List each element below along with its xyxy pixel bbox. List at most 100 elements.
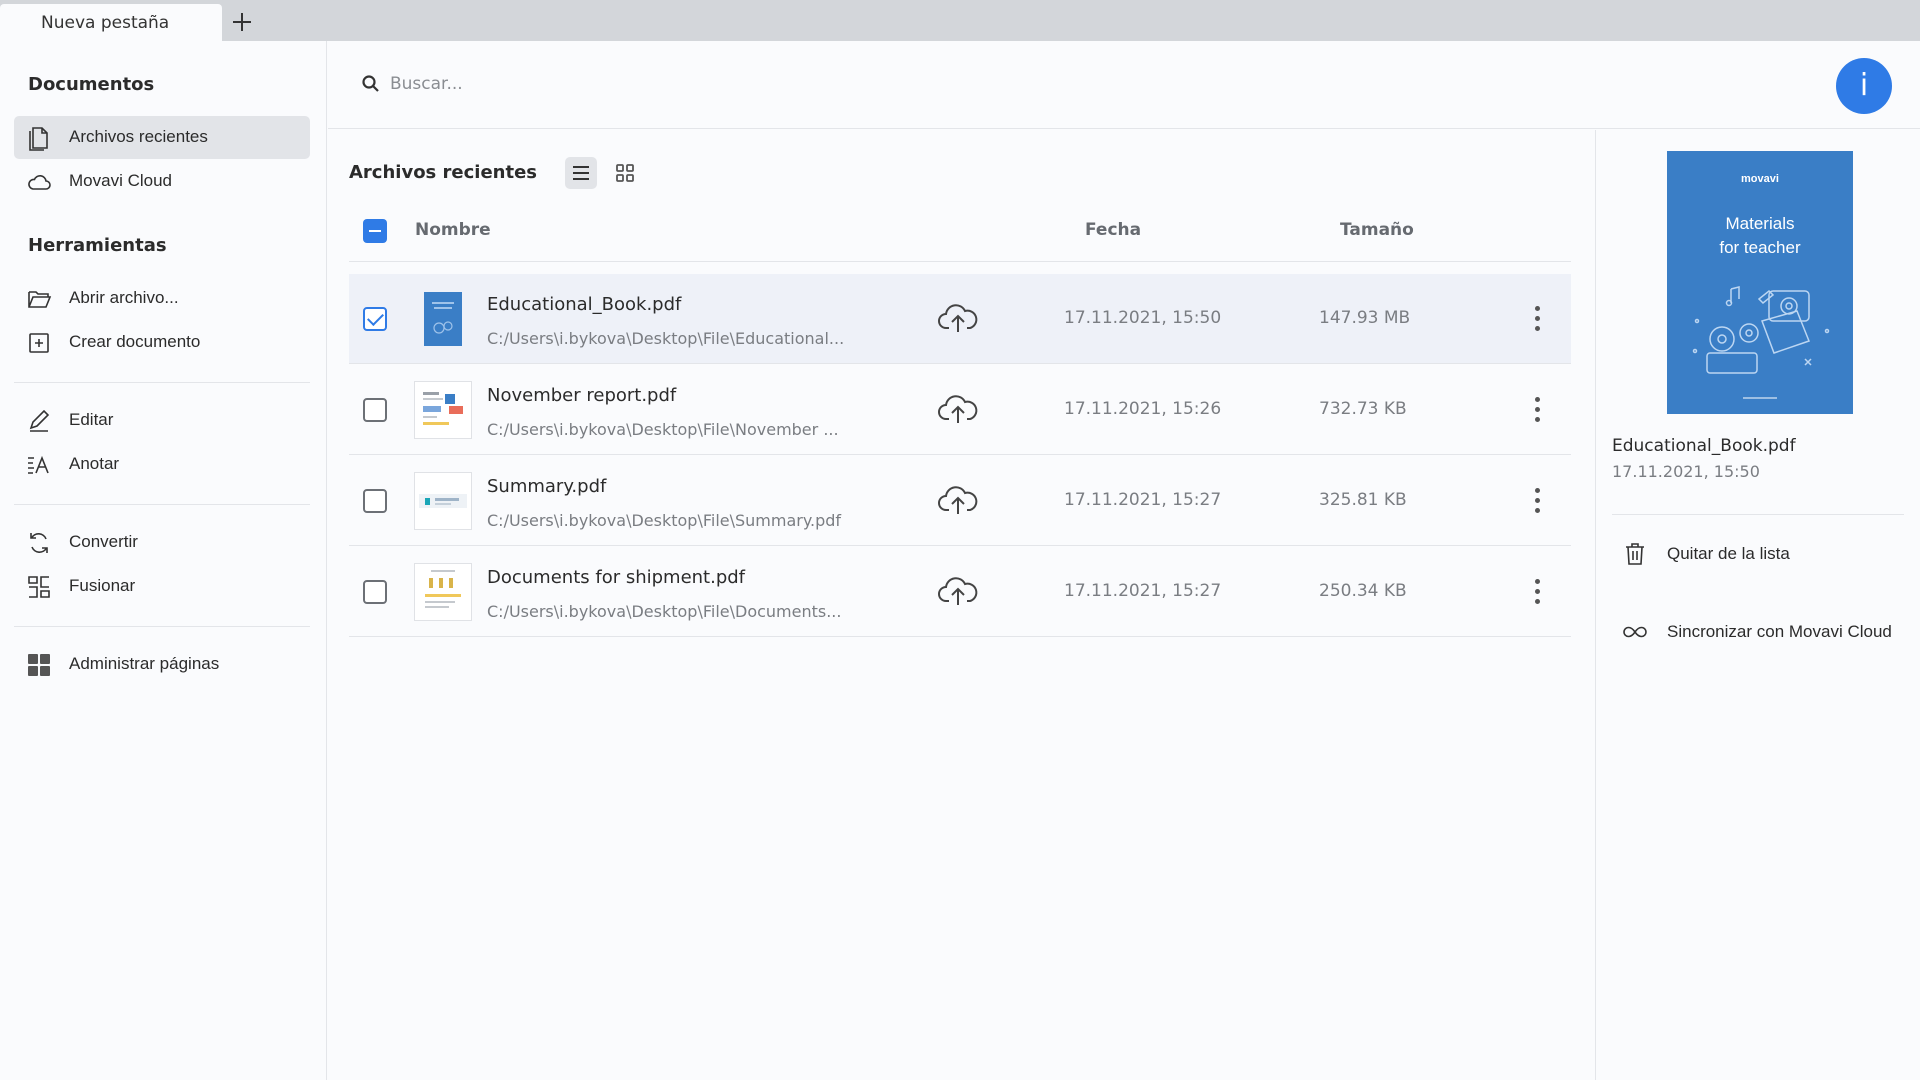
- trash-icon: [1626, 543, 1644, 565]
- more-options-button[interactable]: [1527, 486, 1547, 516]
- sidebar-item-label: Convertir: [69, 532, 138, 551]
- pencil-icon: [29, 409, 50, 432]
- file-date: 17.11.2021, 15:26: [1064, 399, 1222, 419]
- sidebar-item-label: Archivos recientes: [69, 127, 208, 146]
- pages-grid-icon: [28, 654, 50, 676]
- folder-open-icon: [28, 291, 52, 308]
- details-divider: [1612, 514, 1904, 515]
- search-icon: [362, 75, 379, 92]
- file-date: 17.11.2021, 15:27: [1064, 490, 1222, 510]
- sidebar-item-label: Crear documento: [69, 332, 201, 351]
- file-name: Educational_Book.pdf: [487, 294, 682, 315]
- recent-files-icon: [29, 127, 48, 151]
- row-checkbox[interactable]: [363, 307, 387, 331]
- recent-files-panel: Archivos recientes Nombre Fecha Tamaño E…: [328, 130, 1595, 1080]
- sync-cloud-icon: [1623, 626, 1647, 638]
- new-tab-button[interactable]: [228, 8, 256, 36]
- sidebar-item-merge[interactable]: Fusionar: [14, 565, 310, 608]
- list-view-button[interactable]: [565, 157, 597, 189]
- sidebar-item-label: Fusionar: [69, 576, 136, 595]
- file-name: November report.pdf: [487, 385, 677, 406]
- file-size: 732.73 KB: [1319, 399, 1407, 419]
- preview-title-line: for teacher: [1719, 238, 1801, 257]
- file-thumbnail: [414, 563, 472, 621]
- sidebar-item-convert[interactable]: Convertir: [14, 521, 310, 564]
- shipment-thumbnail-icon: [425, 570, 461, 608]
- table-header: Nombre Fecha Tamaño: [349, 202, 1571, 262]
- list-view-icon: [573, 166, 589, 180]
- sidebar-item-label: Movavi Cloud: [69, 171, 172, 190]
- file-date: 17.11.2021, 15:27: [1064, 581, 1222, 601]
- more-options-button[interactable]: [1527, 577, 1547, 607]
- sync-movavi-cloud-button[interactable]: Sincronizar con Movavi Cloud: [1612, 612, 1904, 652]
- document-preview[interactable]: movavi Materials for teacher: [1667, 151, 1853, 414]
- file-path: C:/Users\i.bykova\Desktop\File\November …: [487, 420, 839, 439]
- row-checkbox[interactable]: [363, 489, 387, 513]
- file-path: C:/Users\i.bykova\Desktop\File\Documents…: [487, 602, 842, 621]
- selected-file-date: 17.11.2021, 15:50: [1612, 462, 1760, 481]
- sidebar-item-open-file[interactable]: Abrir archivo...: [14, 277, 310, 320]
- convert-icon: [30, 533, 48, 553]
- table-row[interactable]: Educational_Book.pdf C:/Users\i.bykova\D…: [349, 274, 1571, 364]
- tab-bar: Nueva pestaña: [0, 0, 1920, 41]
- book-thumbnail-icon: [424, 292, 462, 346]
- documents-heading: Documentos: [28, 74, 155, 95]
- sidebar-divider: [14, 626, 310, 627]
- selected-file-name: Educational_Book.pdf: [1612, 436, 1796, 456]
- sidebar-item-recent-files[interactable]: Archivos recientes: [14, 116, 310, 159]
- page-title: Archivos recientes: [349, 162, 538, 183]
- sidebar-item-edit[interactable]: Editar: [14, 399, 310, 442]
- file-path: C:/Users\i.bykova\Desktop\File\Education…: [487, 329, 845, 348]
- file-date: 17.11.2021, 15:50: [1064, 308, 1222, 328]
- column-date[interactable]: Fecha: [1085, 220, 1141, 240]
- sidebar-item-label: Anotar: [69, 454, 120, 473]
- file-thumbnail: [414, 290, 472, 348]
- more-options-button[interactable]: [1527, 395, 1547, 425]
- sidebar-item-manage-pages[interactable]: Administrar páginas: [14, 643, 310, 686]
- file-size: 250.34 KB: [1319, 581, 1407, 601]
- table-row[interactable]: November report.pdf C:/Users\i.bykova\De…: [349, 365, 1571, 455]
- sidebar: Documentos Archivos recientes Movavi Clo…: [0, 41, 327, 1080]
- merge-icon: [28, 576, 50, 598]
- file-name: Documents for shipment.pdf: [487, 567, 746, 588]
- row-checkbox[interactable]: [363, 580, 387, 604]
- create-document-icon: [29, 333, 49, 353]
- remove-from-list-button[interactable]: Quitar de la lista: [1612, 534, 1904, 574]
- select-all-checkbox[interactable]: [363, 219, 387, 243]
- file-size: 147.93 MB: [1319, 308, 1411, 328]
- table-row[interactable]: Documents for shipment.pdf C:/Users\i.by…: [349, 547, 1571, 637]
- table-row[interactable]: Summary.pdf C:/Users\i.bykova\Desktop\Fi…: [349, 456, 1571, 546]
- search-input[interactable]: [390, 71, 1090, 97]
- annotate-icon: [28, 455, 49, 474]
- file-path: C:/Users\i.bykova\Desktop\File\Summary.p…: [487, 511, 842, 530]
- cloud-upload-icon[interactable]: [937, 391, 979, 427]
- cloud-upload-icon[interactable]: [937, 573, 979, 609]
- details-panel: movavi Materials for teacher Educational…: [1595, 130, 1920, 1080]
- sidebar-item-create-document[interactable]: Crear documento: [14, 321, 310, 364]
- report-thumbnail-icon: [423, 392, 463, 425]
- preview-title: Materials for teacher: [1667, 212, 1853, 260]
- column-name[interactable]: Nombre: [415, 220, 491, 240]
- summary-thumbnail-icon: [419, 494, 467, 508]
- cloud-icon: [28, 175, 51, 190]
- sidebar-item-label: Administrar páginas: [69, 654, 220, 673]
- column-size[interactable]: Tamaño: [1340, 220, 1414, 240]
- grid-view-button[interactable]: [609, 157, 641, 189]
- search-bar: i: [328, 41, 1920, 129]
- tab-nueva-pestana[interactable]: Nueva pestaña: [0, 4, 222, 41]
- file-thumbnail: [414, 381, 472, 439]
- more-options-button[interactable]: [1527, 304, 1547, 334]
- preview-footer-line: [1743, 397, 1777, 399]
- row-checkbox[interactable]: [363, 398, 387, 422]
- tab-label: Nueva pestaña: [41, 13, 170, 33]
- sidebar-item-movavi-cloud[interactable]: Movavi Cloud: [14, 160, 310, 203]
- info-button[interactable]: i: [1836, 58, 1892, 114]
- cloud-upload-icon[interactable]: [937, 300, 979, 336]
- sidebar-item-annotate[interactable]: Anotar: [14, 443, 310, 486]
- preview-logo: movavi: [1741, 173, 1779, 185]
- file-name: Summary.pdf: [487, 476, 607, 497]
- file-thumbnail: [414, 472, 472, 530]
- preview-illustration: [1692, 286, 1830, 374]
- cloud-upload-icon[interactable]: [937, 482, 979, 518]
- sync-movavi-cloud-label: Sincronizar con Movavi Cloud: [1667, 622, 1892, 641]
